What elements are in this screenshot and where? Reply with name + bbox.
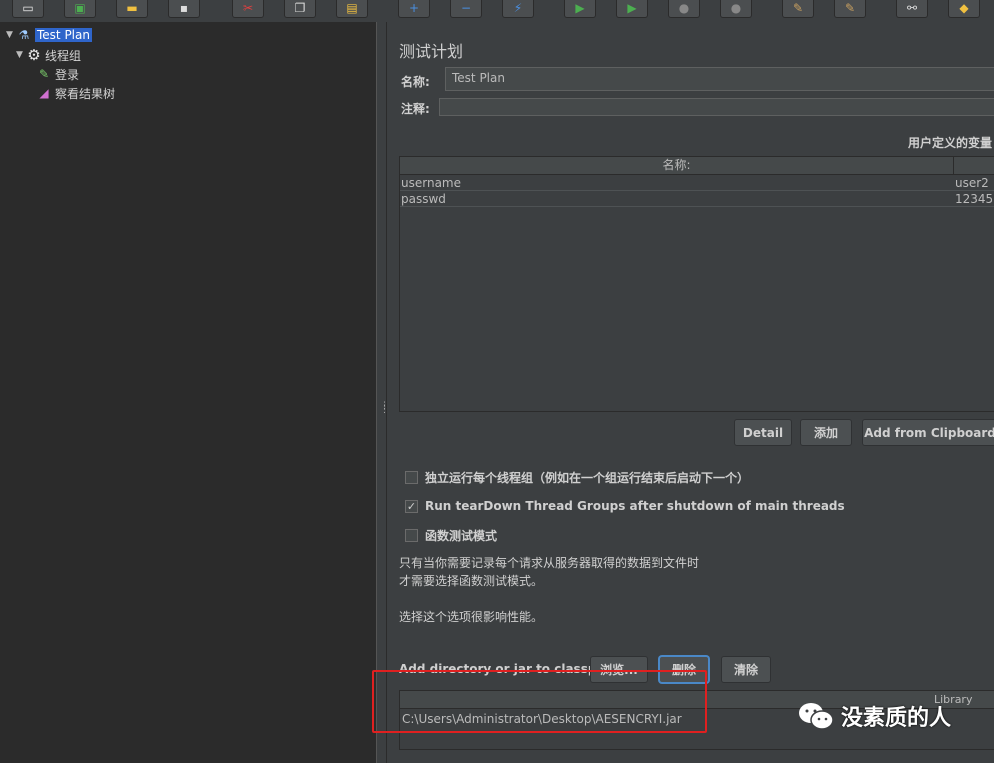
new-button[interactable]: ▭ [12,0,44,18]
tree-node-login-sampler[interactable]: ✎ 登录 [36,65,79,83]
test-plan-panel: 测试计划 名称: Test Plan 注释: 用户定义的变量 名称: usern… [389,22,994,763]
clear-button[interactable]: 清除 [721,656,771,683]
open-icon: ▬ [126,0,138,15]
tree-node-label: 登录 [55,67,80,82]
splitter-grip-icon[interactable]: ⋮⋮ [380,402,389,420]
highlight-annotation [372,670,707,733]
collapse-icon: − [460,0,472,15]
shutdown-button[interactable]: ● [720,0,752,18]
add-button[interactable]: 添加 [800,419,852,446]
gear-icon: ⚙ [27,46,41,64]
wechat-icon [797,701,835,731]
add-from-clipboard-button[interactable]: Add from Clipboard [862,419,994,446]
reset-search-icon: ◆ [959,0,969,15]
stop-button[interactable]: ● [668,0,700,18]
serialize-thread-groups-option[interactable]: 独立运行每个线程组（例如在一个组运行结束后启动下一个） [405,468,749,486]
functional-mode-label: 函数测试模式 [425,528,498,543]
start-no-pause-button[interactable]: ▶ [616,0,648,18]
splitter[interactable] [377,22,387,763]
functional-mode-option[interactable]: 函数测试模式 [405,526,497,544]
search-button[interactable]: ⚯ [896,0,928,18]
flask-icon: ⚗ [18,28,30,42]
toggle-button[interactable]: ⚡ [502,0,534,18]
paste-icon: ▤ [346,0,358,15]
chart-icon: ◢ [39,86,49,100]
cut-icon: ✂ [242,0,254,15]
copy-button[interactable]: ❐ [284,0,316,18]
collapse-button[interactable]: − [450,0,482,18]
help-text-line: 才需要选择函数测试模式。 [399,574,544,588]
cut-button[interactable]: ✂ [232,0,264,18]
functional-mode-checkbox[interactable] [405,528,418,542]
watermark: 没素质的人 [797,700,951,732]
user-variables-table[interactable]: 名称: username user2 passwd 123456 [399,156,994,412]
teardown-label: Run tearDown Thread Groups after shutdow… [425,499,845,513]
detail-button[interactable]: Detail [734,419,792,446]
start-no-pause-icon: ▶ [627,0,637,15]
help-text-line: 只有当你需要记录每个请求从服务器取得的数据到文件时 [399,556,700,570]
stop-icon: ● [678,0,690,15]
templates-button[interactable]: ▣ [64,0,96,18]
reset-search-button[interactable]: ◆ [948,0,980,18]
comment-field[interactable] [439,98,994,116]
table-row[interactable]: passwd 123456 [400,191,994,207]
open-button[interactable]: ▬ [116,0,148,18]
clear-all-button[interactable]: ✎ [834,0,866,18]
variable-value: user2 [955,176,989,190]
teardown-checkbox[interactable]: ✓ [405,499,418,513]
clear-all-icon: ✎ [844,0,856,15]
toolbar: ▭ ▣ ▬ ▪ ✂ ❐ ▤ + − ⚡ ▶ ▶ ● ● ✎ ✎ ⚯ ◆ [0,0,994,22]
serialize-label: 独立运行每个线程组（例如在一个组运行结束后启动下一个） [425,470,750,485]
templates-icon: ▣ [74,0,86,15]
table-row[interactable]: username user2 [400,175,994,191]
variable-name: passwd [401,192,446,206]
teardown-option[interactable]: ✓ Run tearDown Thread Groups after shutd… [405,497,845,515]
paste-button[interactable]: ▤ [336,0,368,18]
shutdown-icon: ● [730,0,742,15]
comment-label: 注释: [401,102,430,116]
check-icon: ✓ [406,499,417,513]
expand-arrow-icon[interactable]: ▼ [16,50,26,60]
start-button[interactable]: ▶ [564,0,596,18]
copy-icon: ❐ [294,0,306,15]
column-header-value[interactable] [954,157,994,175]
toggle-icon: ⚡ [513,0,523,15]
search-icon: ⚯ [906,0,918,15]
tree-node-thread-group[interactable]: ▼ ⚙ 线程组 [16,46,81,64]
save-button[interactable]: ▪ [168,0,200,18]
new-icon: ▭ [22,0,34,15]
user-variables-title: 用户定义的变量 [908,136,993,150]
serialize-checkbox[interactable] [405,470,418,484]
expand-button[interactable]: + [398,0,430,18]
tree-node-label: 察看结果树 [55,86,116,101]
tree-node-label: Test Plan [35,28,92,42]
name-label: 名称: [401,75,430,89]
tree-node-label: 线程组 [45,48,82,63]
expand-arrow-icon[interactable]: ▼ [6,30,16,40]
column-header-name[interactable]: 名称: [400,157,954,175]
tree-node-test-plan[interactable]: ▼ ⚗ Test Plan [6,26,92,44]
clear-icon: ✎ [792,0,804,15]
variable-name: username [401,176,461,190]
clear-button[interactable]: ✎ [782,0,814,18]
page-title: 测试计划 [399,42,464,61]
tree-node-results-tree[interactable]: ◢ 察看结果树 [36,84,115,102]
start-icon: ▶ [575,0,585,15]
save-icon: ▪ [179,0,189,15]
name-field[interactable]: Test Plan [445,67,994,91]
test-plan-tree[interactable]: ▼ ⚗ Test Plan ▼ ⚙ 线程组 ✎ 登录 ◢ 察看结果树 [0,22,377,763]
variable-value: 123456 [955,192,994,206]
help-text-line: 选择这个选项很影响性能。 [399,610,544,624]
watermark-text: 没素质的人 [841,706,952,731]
pipette-icon: ✎ [38,67,50,81]
expand-icon: + [408,0,420,15]
